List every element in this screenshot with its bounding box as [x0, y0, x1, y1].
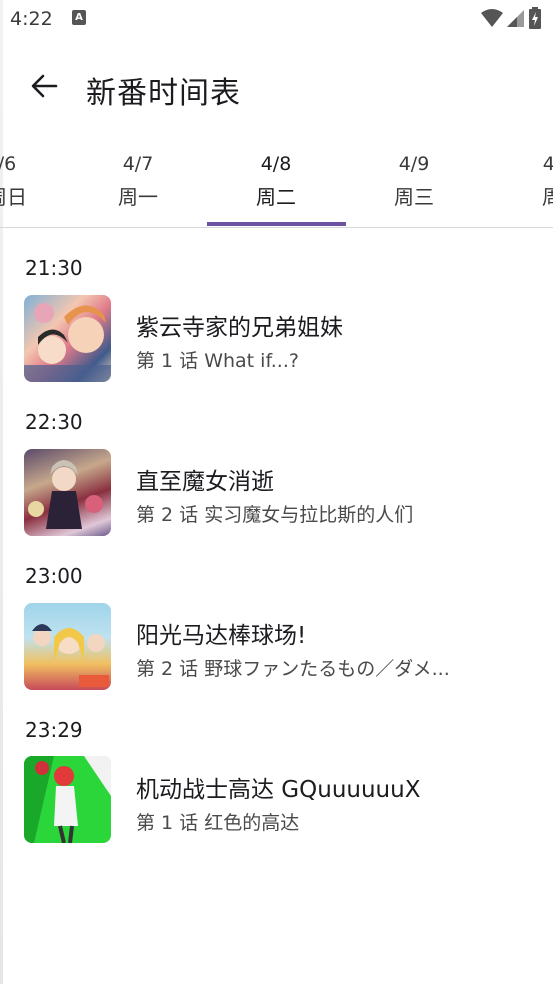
page-title: 新番时间表 [86, 76, 241, 111]
arrow-left-icon [31, 74, 58, 98]
tab-4-9[interactable]: 4/9 周三 [345, 145, 483, 227]
signal-icon [507, 10, 524, 27]
status-icons [481, 7, 541, 29]
status-bar: 4:22 A [0, 0, 553, 40]
episode-info: 第 2 话 野球ファンたるもの／ダメ... [136, 658, 450, 680]
tab-day: 周 [542, 185, 553, 209]
tab-date: 4/9 [398, 153, 430, 175]
cover-image [24, 603, 111, 690]
tab-date: 4/8 [260, 153, 292, 175]
cover-image [24, 295, 111, 382]
episode-info: 第 2 话 实习魔女与拉比斯的人们 [136, 504, 414, 526]
tab-date: 4/7 [122, 153, 154, 175]
tab-day: 周日 [0, 185, 27, 209]
time-label: 23:29 [25, 718, 83, 742]
back-button[interactable] [24, 66, 64, 106]
anime-title: 阳光马达棒球场! [136, 623, 307, 649]
notification-a-icon: A [72, 10, 86, 25]
tab-indicator [207, 222, 346, 226]
cover-image [24, 449, 111, 536]
tab-date: 4/ [542, 153, 553, 175]
anime-title: 直至魔女消逝 [136, 469, 274, 495]
time-label: 23:00 [25, 564, 83, 588]
status-time: 4:22 [10, 8, 53, 30]
episode-info: 第 1 话 红色的高达 [136, 812, 300, 834]
tab-4-7[interactable]: 4/7 周一 [69, 145, 207, 227]
anime-title: 紫云寺家的兄弟姐妹 [136, 315, 343, 341]
tab-day: 周一 [118, 185, 158, 209]
date-tabs: /6 周日 4/7 周一 4/8 周二 4/9 周三 4/ 周 [0, 145, 553, 228]
time-label: 21:30 [25, 256, 83, 280]
cover-image [24, 756, 111, 843]
battery-icon [529, 7, 541, 29]
tab-day: 周二 [256, 185, 296, 209]
time-label: 22:30 [25, 410, 83, 434]
tab-day: 周三 [394, 185, 434, 209]
tab-4-8[interactable]: 4/8 周二 [207, 145, 345, 227]
tab-4-10[interactable]: 4/ 周 [483, 145, 553, 227]
tab-4-6[interactable]: /6 周日 [0, 145, 76, 227]
anime-title: 机动战士高达 GQuuuuuuX [136, 777, 421, 803]
episode-info: 第 1 话 What if...? [136, 350, 299, 372]
wifi-icon [481, 9, 503, 27]
app-bar: 新番时间表 [0, 40, 553, 136]
tab-date: /6 [0, 153, 17, 175]
